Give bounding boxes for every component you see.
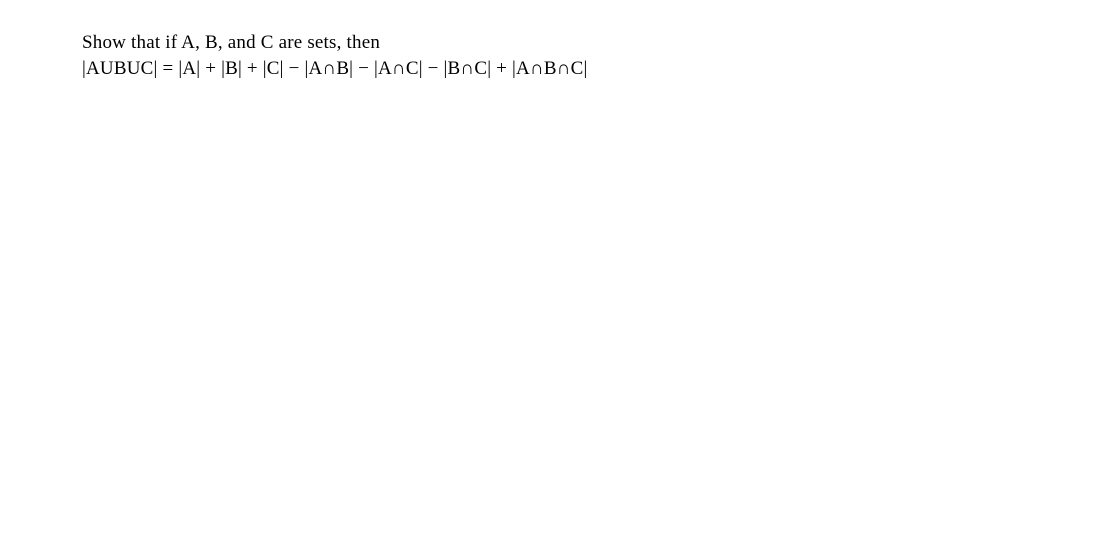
problem-statement-line-1: Show that if A, B, and C are sets, then (82, 30, 1100, 56)
problem-statement-line-2: |AUBUC| = |A| + |B| + |C| − |A∩B| − |A∩C… (82, 56, 1100, 82)
